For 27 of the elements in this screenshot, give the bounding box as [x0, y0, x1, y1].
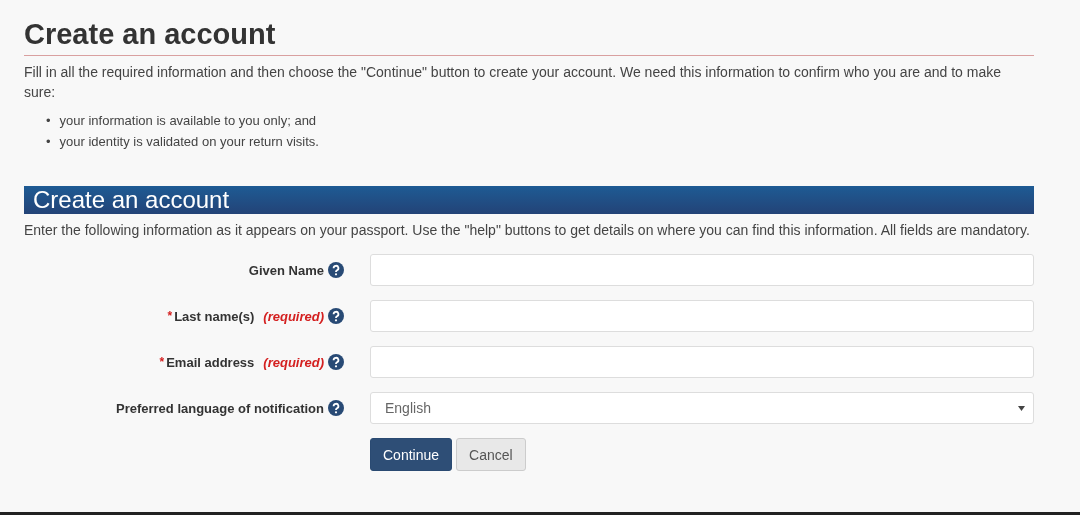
page-title: Create an account — [24, 18, 1034, 56]
help-icon[interactable] — [328, 400, 344, 416]
required-mark: * — [159, 355, 165, 369]
field-label: Last name(s) — [174, 308, 255, 324]
bullet-marker: • — [46, 112, 51, 130]
input-field[interactable] — [370, 254, 1034, 286]
field-label: Preferred language of notification — [115, 400, 324, 416]
field-label: Email address — [166, 354, 255, 370]
language-select[interactable]: English — [370, 392, 1034, 424]
help-icon[interactable] — [328, 262, 344, 278]
cancel-button[interactable]: Cancel — [456, 438, 526, 471]
bullet-text: your identity is validated on your return visits. — [59, 133, 319, 151]
section-description: Enter the following information as it appears on your passport. Use the "help" buttons to get details on where you can find this information. All fields are mandatory. — [24, 221, 1031, 240]
help-icon[interactable] — [328, 354, 344, 370]
field-label: Given Name — [248, 262, 324, 278]
help-icon[interactable] — [328, 308, 344, 324]
input-field[interactable] — [370, 300, 1034, 332]
bullet-text: your information is available to you only; and — [59, 112, 317, 130]
bullet-marker: • — [46, 133, 51, 151]
required-mark: * — [167, 309, 173, 323]
input-field[interactable] — [370, 346, 1034, 378]
required-note: (required) — [263, 308, 324, 324]
required-note: (required) — [263, 354, 324, 370]
section-title: Create an account — [24, 186, 1034, 214]
intro-text: Fill in all the required information and then choose the "Continue" button to create your account. We need this information to confirm who you are and to make sure: — [24, 63, 1002, 102]
dropdown-arrow-icon — [1018, 405, 1025, 411]
continue-button[interactable]: Continue — [370, 438, 453, 471]
